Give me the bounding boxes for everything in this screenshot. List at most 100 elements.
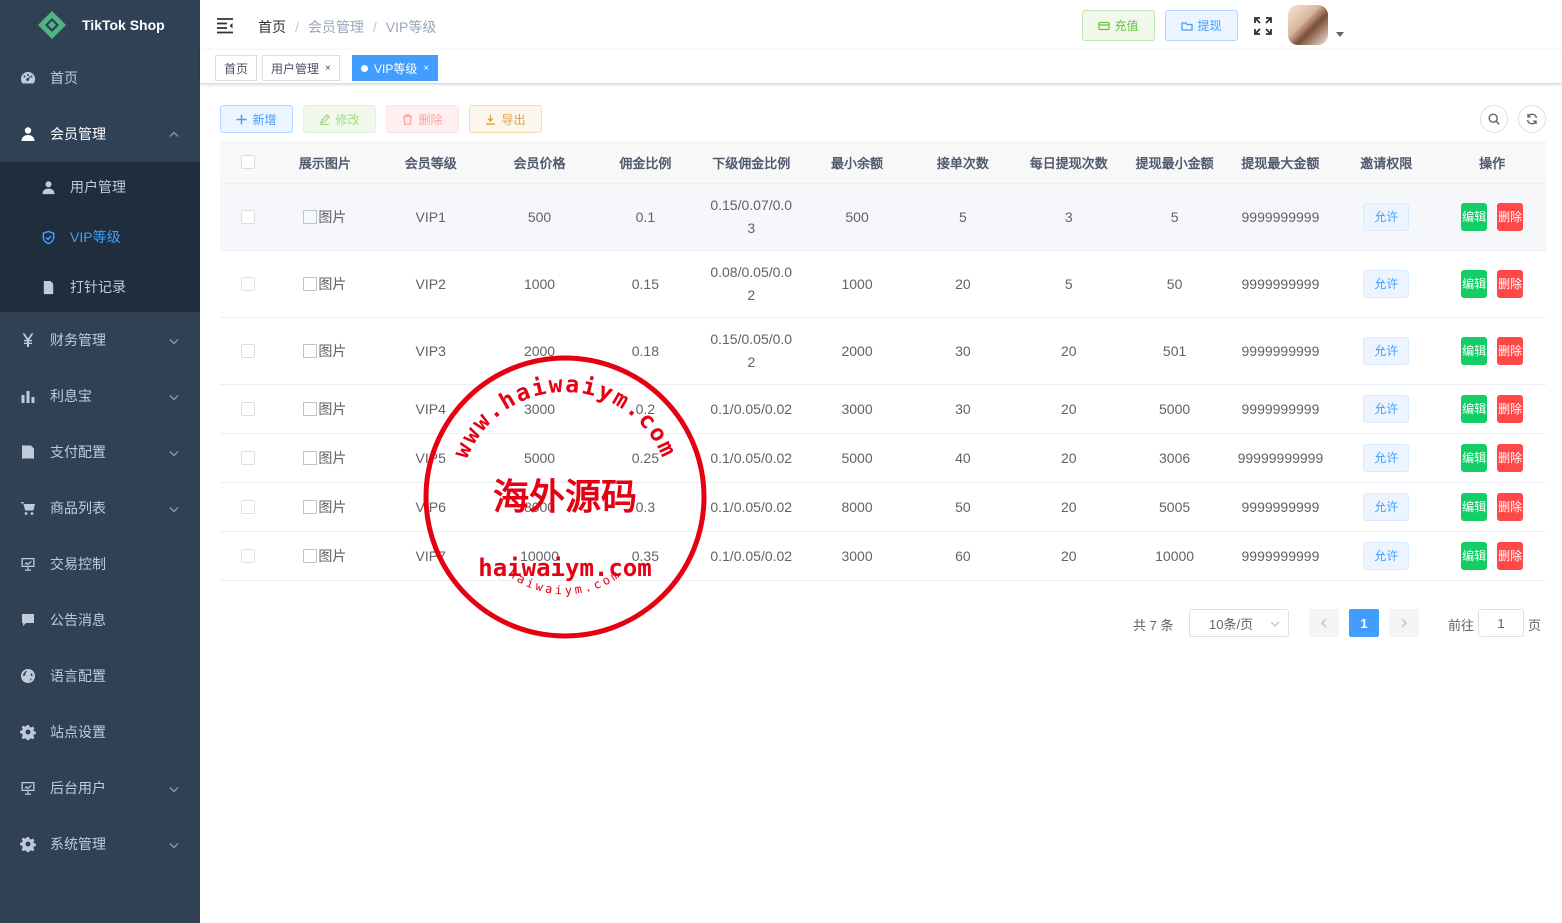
search-toggle-button[interactable]: [1480, 105, 1508, 133]
sidebar-item-8[interactable]: 语言配置: [0, 648, 200, 704]
cell-orders: 30: [955, 400, 971, 417]
row-delete-button[interactable]: 删除: [1497, 337, 1524, 365]
sidebar-item-1[interactable]: 会员管理: [0, 106, 200, 162]
cell-withdraw-max: 9999999999: [1241, 275, 1320, 292]
tag-user-management[interactable]: 用户管理 ×: [262, 55, 340, 81]
sidebar-item-label: 首页: [50, 70, 78, 86]
logo[interactable]: TikTok Shop: [0, 0, 200, 50]
prev-page-button[interactable]: [1309, 609, 1339, 637]
goto-page-input[interactable]: [1478, 609, 1524, 637]
row-edit-button[interactable]: 编辑: [1461, 270, 1488, 298]
sidebar-item-11[interactable]: 系统管理: [0, 816, 200, 872]
row-edit-button[interactable]: 编辑: [1461, 203, 1488, 231]
edit-button[interactable]: 修改: [303, 105, 376, 133]
delete-button[interactable]: 删除: [386, 105, 459, 133]
sidebar-subitem-1[interactable]: VIP等级: [0, 212, 200, 262]
table-row[interactable]: 图片 VIP7 10000 0.35 0.1/0.05/0.02 3000 60 20 1000…: [220, 532, 1546, 581]
gear-icon: [20, 836, 36, 852]
tag-home[interactable]: 首页: [215, 55, 258, 81]
table-row[interactable]: 图片 VIP6 8000 0.3 0.1/0.05/0.02 8000 50 20 5005 99…: [220, 483, 1546, 532]
sidebar-item-9[interactable]: 站点设置: [0, 704, 200, 760]
page-size-select[interactable]: 10条/页: [1189, 609, 1289, 637]
table-row[interactable]: 图片 VIP2 1000 0.15 0.08/0.05/0.0 2 1000 20 5 50 999…: [220, 251, 1546, 318]
row-delete-button[interactable]: 删除: [1497, 395, 1524, 423]
cell-min-balance: 5000: [841, 449, 873, 466]
column-header: 邀请权限: [1360, 155, 1413, 171]
display-image: 图片: [303, 545, 346, 568]
sidebar-item-2[interactable]: 财务管理: [0, 312, 200, 368]
invite-permission-tag[interactable]: 允许: [1363, 270, 1410, 298]
fullscreen-icon[interactable]: [1253, 16, 1273, 36]
table-row[interactable]: 图片 VIP5 5000 0.25 0.1/0.05/0.02 5000 40 20 3006 9…: [220, 434, 1546, 483]
invite-permission-tag[interactable]: 允许: [1363, 542, 1410, 570]
row-checkbox[interactable]: [240, 402, 255, 416]
cell-commission: 0.3: [635, 498, 656, 515]
hamburger-icon[interactable]: [216, 16, 234, 34]
invite-permission-tag[interactable]: 允许: [1363, 203, 1410, 231]
withdraw-button[interactable]: 提现: [1165, 10, 1238, 41]
caret-down-icon[interactable]: [1336, 32, 1344, 37]
row-delete-button[interactable]: 删除: [1497, 203, 1524, 231]
row-checkbox[interactable]: [240, 549, 255, 563]
breadcrumb-member[interactable]: 会员管理: [308, 17, 364, 37]
cell-price: 8000: [523, 498, 556, 515]
row-checkbox[interactable]: [240, 210, 255, 224]
close-icon[interactable]: ×: [423, 63, 429, 74]
invite-permission-tag[interactable]: 允许: [1363, 444, 1410, 472]
row-edit-button[interactable]: 编辑: [1461, 493, 1488, 521]
select-all-checkbox[interactable]: [240, 155, 255, 169]
add-button[interactable]: 新增: [220, 105, 293, 133]
avatar[interactable]: [1288, 5, 1328, 45]
chevron-down-icon: [1270, 621, 1280, 627]
invite-permission-tag[interactable]: 允许: [1363, 493, 1410, 521]
cell-withdraw-max: 9999999999: [1241, 400, 1320, 417]
row-edit-button[interactable]: 编辑: [1461, 395, 1488, 423]
cell-withdraw-min: 50: [1166, 275, 1183, 292]
refresh-button[interactable]: [1518, 105, 1546, 133]
sidebar-item-7[interactable]: 公告消息: [0, 592, 200, 648]
row-checkbox[interactable]: [240, 277, 255, 291]
sidebar-item-4[interactable]: 支付配置: [0, 424, 200, 480]
tag-vip-level[interactable]: VIP等级 ×: [352, 55, 439, 81]
row-checkbox[interactable]: [240, 451, 255, 465]
sidebar-item-5[interactable]: 商品列表: [0, 480, 200, 536]
row-edit-button[interactable]: 编辑: [1461, 444, 1488, 472]
sidebar-item-6[interactable]: 交易控制: [0, 536, 200, 592]
column-header: 操作: [1479, 155, 1506, 171]
shield-icon: [40, 229, 56, 245]
sidebar-subitem-0[interactable]: 用户管理: [0, 162, 200, 212]
broken-image-icon: [303, 451, 318, 465]
close-icon[interactable]: ×: [325, 63, 331, 74]
page-number-current[interactable]: 1: [1349, 609, 1379, 637]
cell-daily-withdraw: 20: [1060, 547, 1077, 564]
cell-withdraw-min: 5005: [1159, 498, 1191, 515]
sidebar: TikTok Shop 首页会员管理 用户管理 VIP等级 打针记录 财务管理 利息宝 支付…: [0, 0, 200, 923]
breadcrumb-home[interactable]: 首页: [258, 17, 286, 37]
invite-permission-tag[interactable]: 允许: [1363, 337, 1410, 365]
table-row[interactable]: 图片 VIP3 2000 0.18 0.15/0.05/0.0 2 2000 30 20 501 9…: [220, 318, 1546, 385]
cell-min-balance: 3000: [841, 547, 873, 564]
row-delete-button[interactable]: 删除: [1497, 493, 1524, 521]
recharge-button[interactable]: 充值: [1082, 10, 1155, 41]
sidebar-item-3[interactable]: 利息宝: [0, 368, 200, 424]
table-row[interactable]: 图片 VIP1 500 0.1 0.15/0.07/0.0 3 500 5 3 5 99999999…: [220, 184, 1546, 251]
row-edit-button[interactable]: 编辑: [1461, 542, 1488, 570]
cell-sub-commission: 0.1/0.05/0.02: [699, 385, 803, 433]
table-header: 展示图片 会员等级 会员价格 佣金比例 下级佣金比例 最小余额 接单次数 每日提现次数 提现最小…: [220, 141, 1546, 184]
export-button[interactable]: 导出: [469, 105, 542, 133]
row-checkbox[interactable]: [240, 344, 255, 358]
row-delete-button[interactable]: 删除: [1497, 444, 1524, 472]
invite-permission-tag[interactable]: 允许: [1363, 395, 1410, 423]
sidebar-subitem-2[interactable]: 打针记录: [0, 262, 200, 312]
row-checkbox[interactable]: [240, 500, 255, 514]
sidebar-item-10[interactable]: 后台用户: [0, 760, 200, 816]
cell-daily-withdraw: 3: [1064, 208, 1073, 225]
table-row[interactable]: 图片 VIP4 3000 0.2 0.1/0.05/0.02 3000 30 20 5000 99…: [220, 385, 1546, 434]
sidebar-item-0[interactable]: 首页: [0, 50, 200, 106]
monitor-icon: [20, 780, 36, 796]
row-delete-button[interactable]: 删除: [1497, 270, 1524, 298]
cell-level: VIP2: [415, 275, 446, 292]
row-delete-button[interactable]: 删除: [1497, 542, 1524, 570]
next-page-button[interactable]: [1389, 609, 1419, 637]
row-edit-button[interactable]: 编辑: [1461, 337, 1488, 365]
